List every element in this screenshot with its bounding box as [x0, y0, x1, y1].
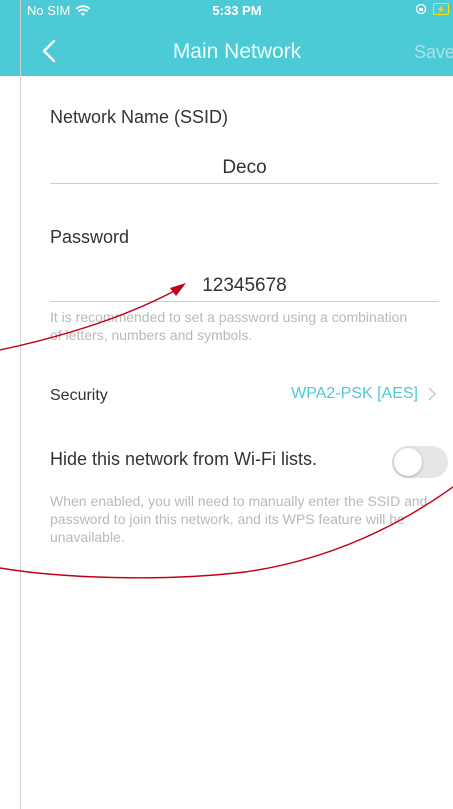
- security-selector[interactable]: WPA2-PSK [AES]: [291, 385, 436, 403]
- save-button[interactable]: Save: [414, 42, 453, 63]
- background-header-edge: [0, 0, 20, 76]
- header-bar: No SIM 5:33 PM ⚡ Main Network Save: [21, 0, 453, 76]
- main-network-screen: No SIM 5:33 PM ⚡ Main Network Save Netwo…: [21, 0, 453, 809]
- hide-network-toggle[interactable]: [392, 446, 448, 478]
- battery-charging-icon: ⚡: [433, 3, 449, 15]
- nav-bar: Main Network Save: [21, 30, 453, 74]
- password-hint: It is recommended to set a password usin…: [50, 309, 408, 343]
- hide-network-label: Hide this network from Wi-Fi lists.: [50, 449, 318, 469]
- ssid-underline: [50, 183, 439, 184]
- status-right-icons: ⚡: [415, 3, 449, 15]
- ssid-label: Network Name (SSID): [50, 107, 229, 127]
- orientation-lock-icon: [415, 3, 427, 15]
- password-label: Password: [50, 227, 130, 247]
- ssid-input[interactable]: Deco: [50, 157, 439, 179]
- security-label: Security: [50, 387, 108, 404]
- toggle-knob: [394, 448, 422, 476]
- password-underline: [50, 301, 439, 302]
- security-value: WPA2-PSK [AES]: [291, 385, 418, 402]
- chevron-right-icon: [428, 387, 436, 401]
- status-time: 5:33 PM: [212, 3, 262, 18]
- background-screen-edge: [0, 0, 21, 809]
- status-bar: No SIM 5:33 PM ⚡: [21, 0, 453, 22]
- password-input[interactable]: 12345678: [50, 275, 439, 297]
- hide-network-note: When enabled, you will need to manually …: [50, 493, 428, 545]
- page-title: Main Network: [172, 40, 302, 63]
